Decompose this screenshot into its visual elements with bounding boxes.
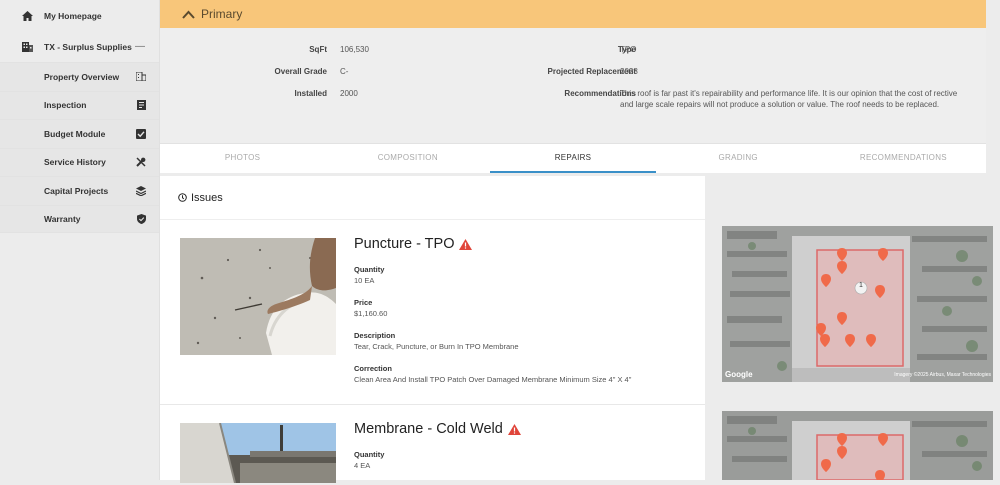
- issue-photo[interactable]: [180, 423, 336, 483]
- nav-capital-projects[interactable]: Capital Projects: [0, 176, 159, 205]
- description-label: Description: [354, 331, 396, 340]
- sqft-label: SqFt: [309, 45, 327, 54]
- quantity-label: Quantity: [354, 265, 385, 274]
- nav-property-overview[interactable]: Property Overview: [0, 62, 159, 91]
- warning-icon: [507, 423, 521, 435]
- nav-my-homepage[interactable]: My Homepage: [0, 0, 159, 31]
- layers-icon: [135, 185, 147, 196]
- main-content: Primary SqFt 106,530 Overall Grade C- In…: [160, 0, 993, 483]
- quantity-label: Quantity: [354, 450, 385, 459]
- grade-label: Overall Grade: [274, 67, 327, 76]
- collapse-icon[interactable]: —: [135, 41, 145, 52]
- issues-header: Issues: [160, 176, 705, 220]
- issue-card: Membrane - Cold Weld Quantity 4 EA: [160, 405, 705, 485]
- map-marker-label: 1: [859, 282, 863, 289]
- issue-title: Puncture - TPO: [354, 236, 473, 252]
- issues-title: Issues: [191, 191, 223, 204]
- roof-details: SqFt 106,530 Overall Grade C- Installed …: [160, 28, 986, 143]
- building-small-icon: [135, 72, 147, 82]
- warning-icon: [459, 238, 473, 250]
- correction-value: Clean Area And Install TPO Patch Over Da…: [354, 375, 632, 384]
- nav-property[interactable]: TX - Surplus Supplies —: [0, 31, 159, 62]
- issue-title: Membrane - Cold Weld: [354, 421, 521, 437]
- info-clock-icon: [178, 193, 187, 202]
- roof-section-banner[interactable]: Primary: [160, 0, 986, 28]
- issue-location-map[interactable]: 1 Google Imagery ©2025 Airbus, Maxar Tec…: [722, 226, 993, 382]
- tab-recommendations[interactable]: RECOMMENDATIONS: [821, 144, 986, 173]
- quantity-value: 4 EA: [354, 461, 371, 470]
- price-label: Price: [354, 298, 373, 307]
- tab-repairs[interactable]: REPAIRS: [490, 144, 656, 173]
- building-icon: [20, 41, 34, 52]
- chevron-up-icon[interactable]: [182, 10, 195, 19]
- nav-inspection[interactable]: Inspection: [0, 90, 159, 119]
- issue-location-map[interactable]: [722, 411, 993, 480]
- description-value: Tear, Crack, Puncture, or Burn In TPO Me…: [354, 342, 519, 351]
- installed-label: Installed: [294, 89, 327, 98]
- sidebar: My Homepage TX - Surplus Supplies — Prop…: [0, 0, 160, 480]
- section-tabs: PHOTOS COMPOSITION REPAIRS GRADING RECOM…: [160, 143, 986, 173]
- nav-budget-module[interactable]: Budget Module: [0, 119, 159, 148]
- issue-photo[interactable]: [180, 238, 336, 355]
- grade-value: C-: [340, 67, 349, 76]
- shield-check-icon: [135, 213, 147, 224]
- report-icon: [135, 100, 147, 111]
- quantity-value: 10 EA: [354, 276, 375, 285]
- nav-service-history[interactable]: Service History: [0, 147, 159, 176]
- tab-photos[interactable]: PHOTOS: [160, 144, 325, 173]
- tab-grading[interactable]: GRADING: [656, 144, 821, 173]
- correction-label: Correction: [354, 364, 392, 373]
- replacement-value: 2028: [620, 67, 638, 76]
- nav-my-homepage-label: My Homepage: [44, 10, 102, 21]
- issue-card: Puncture - TPO Quantity 10 EA Price $1,1…: [160, 220, 705, 405]
- nav-warranty[interactable]: Warranty: [0, 204, 159, 233]
- tab-composition[interactable]: COMPOSITION: [325, 144, 490, 173]
- recommendations-line-2: and large scale repairs will not produce…: [620, 100, 940, 109]
- nav-property-label: TX - Surplus Supplies: [44, 41, 132, 52]
- tools-icon: [135, 157, 147, 167]
- map-credit: Imagery ©2025 Airbus, Maxar Technologies: [894, 372, 991, 378]
- checkbox-icon: [135, 128, 147, 139]
- type-value: TPO: [620, 45, 637, 54]
- google-logo: Google: [725, 370, 753, 379]
- sqft-value: 106,530: [340, 45, 369, 54]
- banner-title: Primary: [201, 7, 243, 21]
- issues-panel: Issues Puncture - TPO Quantity 10 EA Pri…: [160, 176, 705, 483]
- installed-value: 2000: [340, 89, 358, 98]
- home-icon: [20, 10, 34, 21]
- recommendations-line-1: This roof is far past it's repairability…: [620, 89, 958, 98]
- price-value: $1,160.60: [354, 309, 388, 318]
